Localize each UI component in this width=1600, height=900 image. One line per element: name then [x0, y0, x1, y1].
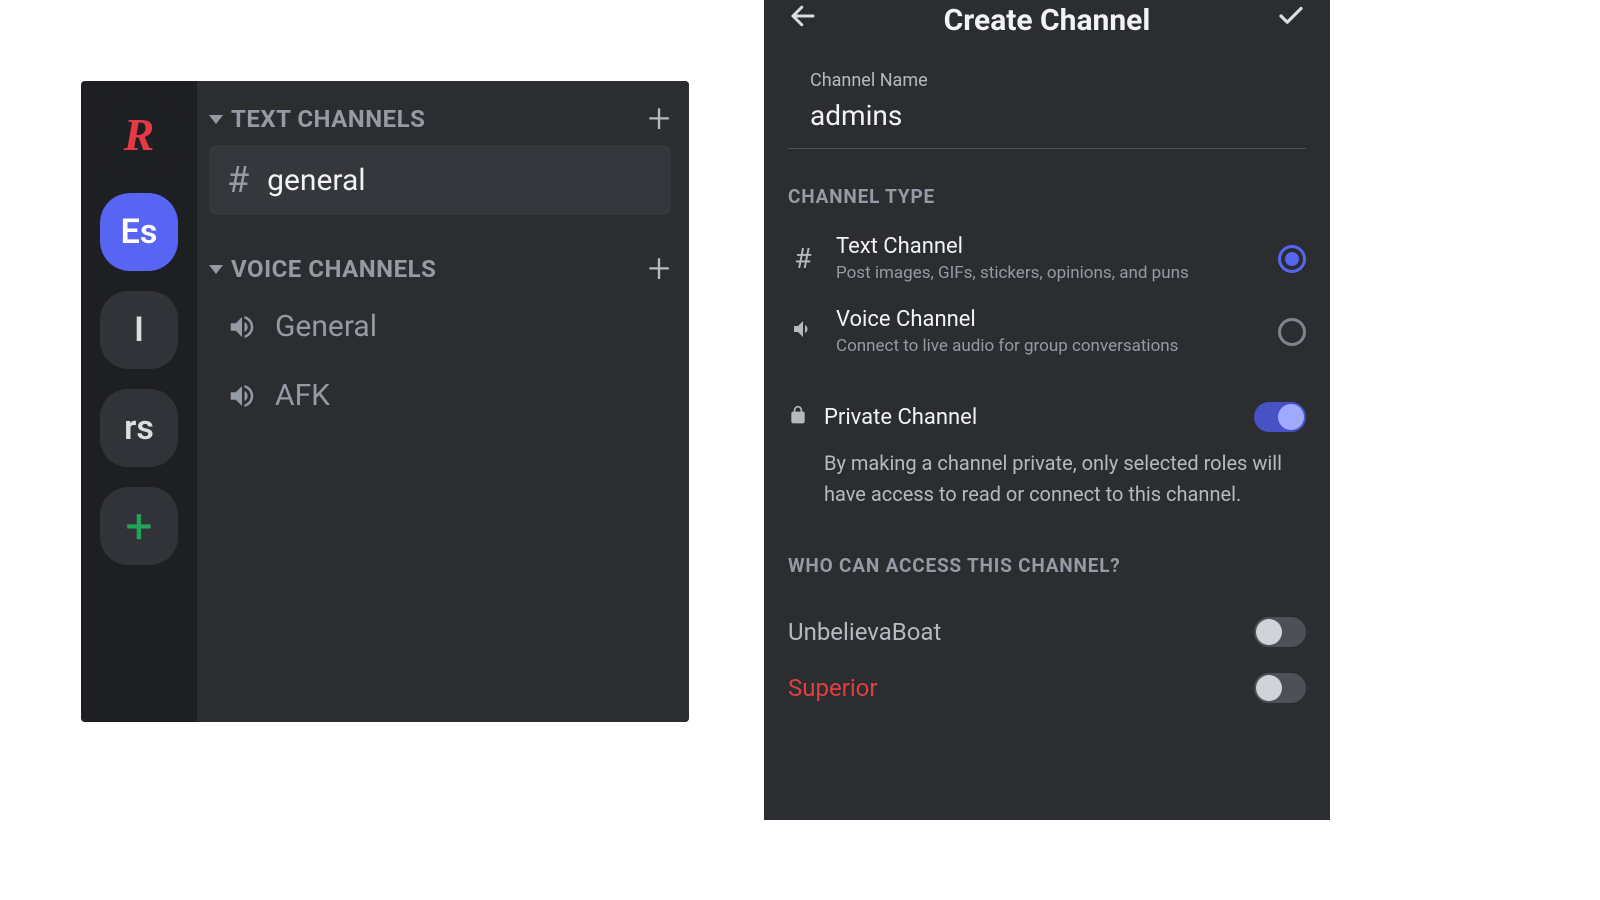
chevron-down-icon — [209, 265, 223, 274]
channel-label: General — [275, 309, 377, 344]
private-channel-label: Private Channel — [824, 405, 1238, 430]
radio-voice-channel[interactable] — [1278, 318, 1306, 346]
role-toggle-unbelievaboat[interactable] — [1254, 617, 1306, 647]
private-channel-row: Private Channel — [764, 368, 1330, 432]
role-toggle-superior[interactable] — [1254, 673, 1306, 703]
channel-type-text[interactable]: # Text Channel Post images, GIFs, sticke… — [764, 222, 1330, 295]
channel-name-section: Channel Name admins — [764, 48, 1330, 149]
hash-icon: # — [788, 242, 818, 275]
channel-label: general — [267, 163, 365, 198]
channel-type-title: CHANNEL TYPE — [788, 185, 1330, 208]
voice-channel-general[interactable]: General — [209, 295, 671, 358]
server-icon-es[interactable]: Es — [100, 193, 178, 271]
access-title: WHO CAN ACCESS THIS CHANNEL? — [788, 554, 1330, 577]
server-icon-rs[interactable]: rs — [100, 389, 178, 467]
private-channel-toggle[interactable] — [1254, 402, 1306, 432]
channel-general[interactable]: # general — [209, 145, 671, 215]
private-channel-description: By making a channel private, only select… — [764, 432, 1330, 510]
server-icon-i[interactable]: I — [100, 291, 178, 369]
back-button[interactable] — [788, 0, 818, 40]
channel-name-label: Channel Name — [810, 70, 1306, 91]
server-rail: R Es I rs + — [81, 81, 197, 722]
role-row-superior: Superior — [764, 647, 1330, 703]
role-name: Superior — [788, 674, 877, 702]
add-text-channel-button[interactable]: + — [648, 107, 671, 131]
type-desc: Connect to live audio for group conversa… — [836, 336, 1260, 356]
speaker-icon — [788, 315, 818, 348]
type-desc: Post images, GIFs, stickers, opinions, a… — [836, 263, 1260, 283]
add-voice-channel-button[interactable]: + — [648, 257, 671, 281]
radio-text-channel[interactable] — [1278, 245, 1306, 273]
server-icon-r[interactable]: R — [100, 95, 178, 173]
text-channels-title: TEXT CHANNELS — [231, 105, 425, 133]
create-channel-panel: Create Channel Channel Name admins CHANN… — [764, 0, 1330, 820]
speaker-icon — [227, 381, 257, 411]
hash-icon: # — [227, 159, 249, 201]
discord-channel-panel: R Es I rs + TEXT CHANNELS + # general VO… — [81, 81, 689, 722]
type-name: Voice Channel — [836, 307, 1260, 332]
lock-icon — [788, 405, 808, 430]
voice-channels-title: VOICE CHANNELS — [231, 255, 436, 283]
type-name: Text Channel — [836, 234, 1260, 259]
channel-type-voice[interactable]: Voice Channel Connect to live audio for … — [764, 295, 1330, 368]
role-name: UnbelievaBoat — [788, 618, 941, 646]
confirm-button[interactable] — [1276, 0, 1306, 40]
channel-label: AFK — [275, 378, 330, 413]
channel-list: TEXT CHANNELS + # general VOICE CHANNELS… — [197, 81, 689, 722]
chevron-down-icon — [209, 115, 223, 124]
role-row-unbelievaboat: UnbelievaBoat — [764, 591, 1330, 647]
add-server-button[interactable]: + — [100, 487, 178, 565]
text-channels-header[interactable]: TEXT CHANNELS + — [209, 105, 671, 133]
voice-channel-afk[interactable]: AFK — [209, 364, 671, 427]
input-underline — [788, 148, 1306, 149]
speaker-icon — [227, 312, 257, 342]
voice-channels-header[interactable]: VOICE CHANNELS + — [209, 255, 671, 283]
channel-name-input[interactable]: admins — [788, 95, 1306, 148]
create-channel-header: Create Channel — [764, 0, 1330, 48]
page-title: Create Channel — [944, 3, 1151, 38]
